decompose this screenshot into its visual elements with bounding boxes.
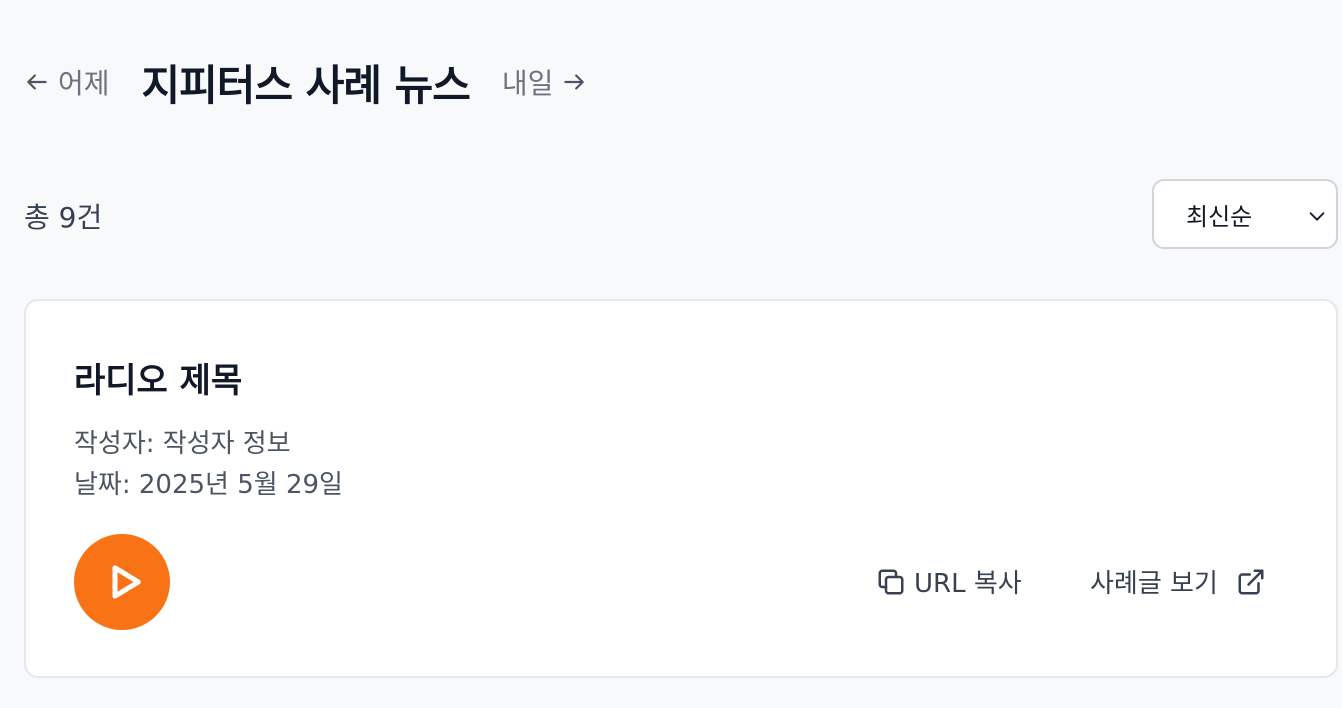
next-day-link[interactable]: 내일 (502, 62, 588, 102)
page-header: 어제 지피터스 사례 뉴스 내일 (24, 50, 587, 114)
card-date: 날짜: 2025년 5월 29일 (74, 470, 343, 500)
prev-day-label: 어제 (58, 67, 110, 100)
copy-url-button[interactable]: URL 복사 (876, 563, 1022, 600)
arrow-right-icon (564, 74, 585, 90)
sort-select[interactable]: 최신순 (1152, 179, 1338, 249)
prev-day-link[interactable]: 어제 (24, 62, 110, 102)
sort-selected-value: 최신순 (1186, 202, 1253, 231)
view-post-label: 사례글 보기 (1090, 569, 1218, 599)
news-card: 라디오 제목 작성자: 작성자 정보 날짜: 2025년 5월 29일 URL … (24, 299, 1338, 678)
play-button[interactable] (74, 534, 170, 630)
copy-icon (878, 569, 904, 594)
card-title: 라디오 제목 (74, 361, 243, 401)
page-title: 지피터스 사례 뉴스 (141, 60, 471, 110)
external-link-icon (1238, 569, 1264, 594)
arrow-left-icon (27, 74, 47, 90)
view-post-link[interactable]: 사례글 보기 (1090, 563, 1266, 600)
copy-url-label: URL 복사 (914, 569, 1022, 599)
chevron-down-icon (1309, 212, 1325, 221)
result-count: 총 9건 (24, 201, 103, 234)
play-icon (112, 565, 141, 599)
card-author: 작성자: 작성자 정보 (74, 429, 291, 459)
next-day-label: 내일 (501, 67, 554, 100)
